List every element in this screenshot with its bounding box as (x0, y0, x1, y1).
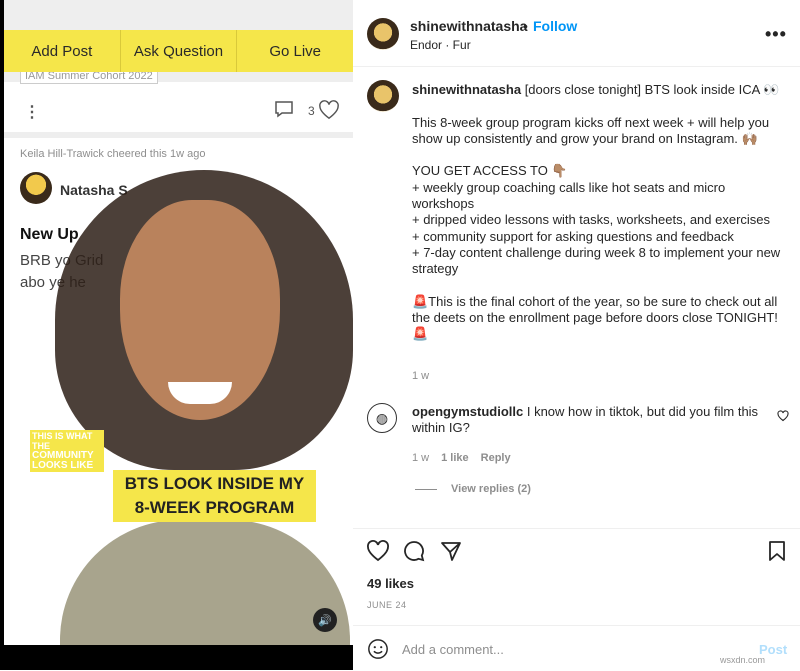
avatar (20, 172, 52, 204)
comment-username[interactable]: opengymstudiollc (412, 404, 523, 419)
previous-post-card: ⋮ 3 (4, 82, 353, 132)
post-header: shinewithnatasha • Follow Endor · Fur ••… (353, 0, 800, 67)
comment-heart-icon[interactable] (777, 410, 789, 422)
caption-timestamp[interactable]: 1 w (412, 370, 429, 382)
comment-icon[interactable] (402, 539, 426, 563)
replies-divider (415, 488, 437, 490)
like-heart-icon[interactable] (366, 539, 390, 563)
follow-button[interactable]: Follow (533, 18, 577, 34)
globe-avatar-icon[interactable]: ◍ (367, 403, 397, 433)
share-icon[interactable] (439, 539, 463, 563)
video-headline: BTS LOOK INSIDE MY 8-WEEK PROGRAM (113, 470, 316, 522)
action-bar: Add Post Ask Question Go Live (4, 30, 353, 72)
caption-body: [doors close tonight] BTS look inside IC… (412, 82, 781, 342)
add-post-button[interactable]: Add Post (4, 30, 121, 72)
username-link[interactable]: shinewithnatasha (410, 18, 527, 34)
speaker-icon[interactable]: 🔊 (313, 608, 337, 632)
caption-text: shinewithnatasha [doors close tonight] B… (412, 82, 782, 343)
comment-icon (275, 101, 293, 118)
post-title: New Up (20, 226, 79, 243)
video-panel[interactable]: ⋮ 3 IAM Summer Cohort 2022 Add Post Ask … (0, 0, 353, 670)
comment-timestamp[interactable]: 1 w (412, 452, 429, 464)
comment-text: opengymstudiollc I know how in tiktok, b… (412, 404, 762, 437)
bookmark-icon[interactable] (765, 539, 789, 563)
watermark: wsxdn.com (720, 655, 766, 665)
comment-input[interactable]: Add a comment... (402, 642, 504, 657)
action-row (353, 528, 800, 569)
heart-icon (319, 100, 339, 120)
go-live-button[interactable]: Go Live (237, 30, 353, 72)
more-vertical-icon: ⋮ (24, 104, 40, 121)
likes-count[interactable]: 49 likes (367, 576, 414, 591)
video-caption-small: THIS IS WHAT THE COMMUNITY LOOKS LIKE (30, 430, 104, 472)
avatar[interactable] (367, 18, 399, 50)
location-link[interactable]: Endor · Fur (410, 38, 471, 52)
comment-meta: 1 w 1 like Reply (412, 452, 511, 464)
comment-likes[interactable]: 1 like (441, 452, 469, 464)
emoji-icon[interactable] (367, 638, 389, 660)
more-horizontal-icon[interactable]: ••• (765, 24, 787, 45)
overlay-line-1: THIS IS WHAT THE (32, 431, 93, 451)
cheer-text: Keila Hill-Trawick cheered this 1w ago (20, 148, 206, 160)
post-author: Natasha S (60, 182, 128, 198)
view-replies[interactable]: View replies (2) (415, 483, 531, 495)
view-replies-label[interactable]: View replies (2) (451, 483, 531, 495)
caption-username[interactable]: shinewithnatasha (412, 82, 521, 97)
post-details: shinewithnatasha • Follow Endor · Fur ••… (353, 0, 800, 670)
separator-dot: • (523, 18, 528, 34)
reply-button[interactable]: Reply (481, 452, 511, 464)
overlay-line-3: LOOKS LIKE (32, 460, 94, 471)
avatar[interactable] (367, 80, 399, 112)
heart-count: 3 (308, 104, 315, 118)
post-date: JUNE 24 (367, 600, 407, 610)
ask-question-button[interactable]: Ask Question (121, 30, 238, 72)
